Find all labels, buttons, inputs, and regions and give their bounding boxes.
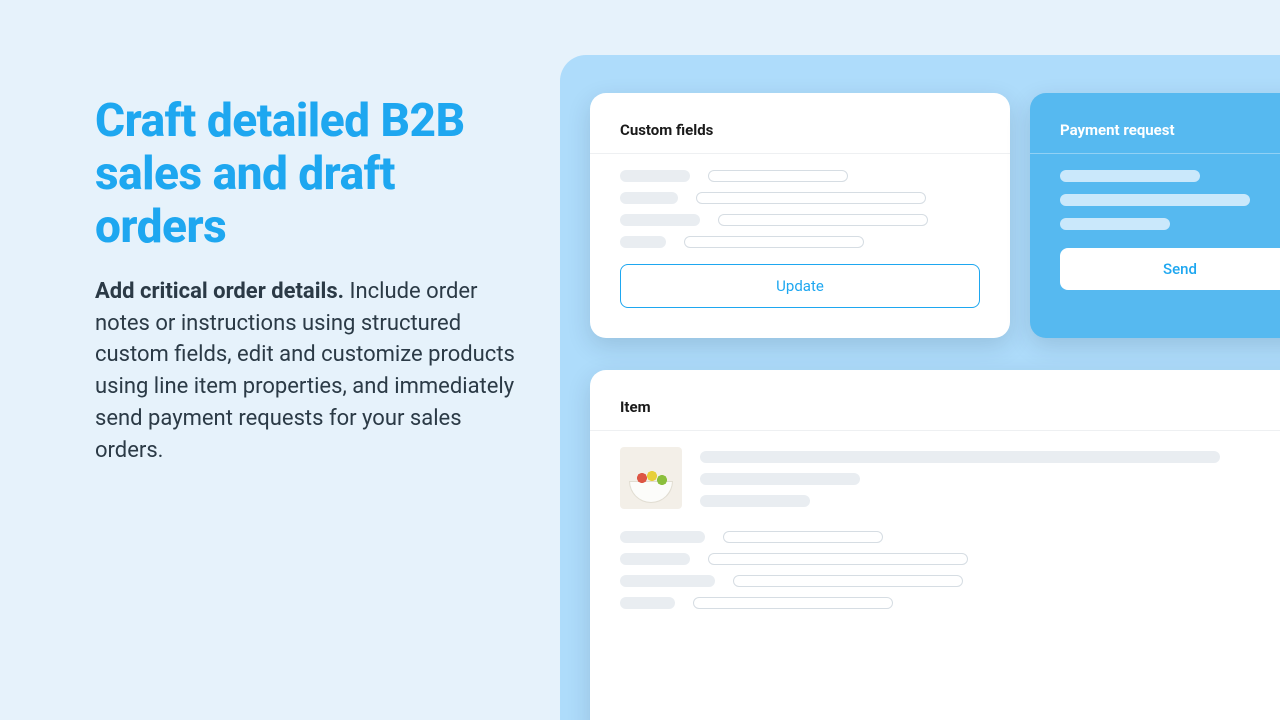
subcopy-lead: Add critical order details.	[95, 279, 344, 304]
property-label-placeholder	[620, 575, 715, 587]
item-title: Item	[620, 398, 1280, 416]
custom-field-row	[620, 192, 980, 204]
headline: Craft detailed B2B sales and draft order…	[95, 95, 515, 254]
item-property-row	[620, 531, 1280, 543]
item-property-row	[620, 575, 1280, 587]
divider	[1030, 153, 1280, 154]
field-input-placeholder	[718, 214, 928, 226]
item-line-placeholder	[700, 451, 1220, 463]
property-input-placeholder	[708, 553, 968, 565]
divider	[590, 430, 1280, 431]
field-input-placeholder	[696, 192, 926, 204]
custom-fields-title: Custom fields	[620, 121, 980, 139]
send-button[interactable]: Send	[1060, 248, 1280, 290]
payment-line-placeholder	[1060, 170, 1200, 182]
divider	[590, 153, 1010, 154]
item-property-row	[620, 553, 1280, 565]
custom-field-row	[620, 170, 980, 182]
property-label-placeholder	[620, 597, 675, 609]
field-input-placeholder	[684, 236, 864, 248]
payment-request-title: Payment request	[1060, 121, 1280, 139]
payment-line-placeholder	[1060, 218, 1170, 230]
update-button[interactable]: Update	[620, 264, 980, 308]
item-line-placeholder	[700, 473, 860, 485]
property-input-placeholder	[733, 575, 963, 587]
payment-line-placeholder	[1060, 194, 1250, 206]
custom-fields-rows	[620, 170, 980, 248]
mockup-stage: Custom fields Update Payment request	[560, 55, 1280, 720]
property-label-placeholder	[620, 553, 690, 565]
field-label-placeholder	[620, 236, 666, 248]
item-property-rows	[620, 531, 1280, 609]
field-input-placeholder	[708, 170, 848, 182]
fruit-bowl-icon	[629, 481, 673, 503]
field-label-placeholder	[620, 192, 678, 204]
item-card: Item	[590, 370, 1280, 720]
payment-request-rows	[1060, 170, 1280, 230]
property-input-placeholder	[693, 597, 893, 609]
subcopy-body: Include order notes or instructions usin…	[95, 279, 515, 463]
item-line-placeholder	[700, 495, 810, 507]
item-thumbnail	[620, 447, 682, 509]
custom-field-row	[620, 236, 980, 248]
subcopy: Add critical order details. Include orde…	[95, 276, 515, 467]
item-header-row	[620, 447, 1280, 509]
field-label-placeholder	[620, 170, 690, 182]
custom-fields-card: Custom fields Update	[590, 93, 1010, 338]
item-property-row	[620, 597, 1280, 609]
custom-field-row	[620, 214, 980, 226]
payment-request-card: Payment request Send	[1030, 93, 1280, 338]
property-input-placeholder	[723, 531, 883, 543]
field-label-placeholder	[620, 214, 700, 226]
property-label-placeholder	[620, 531, 705, 543]
